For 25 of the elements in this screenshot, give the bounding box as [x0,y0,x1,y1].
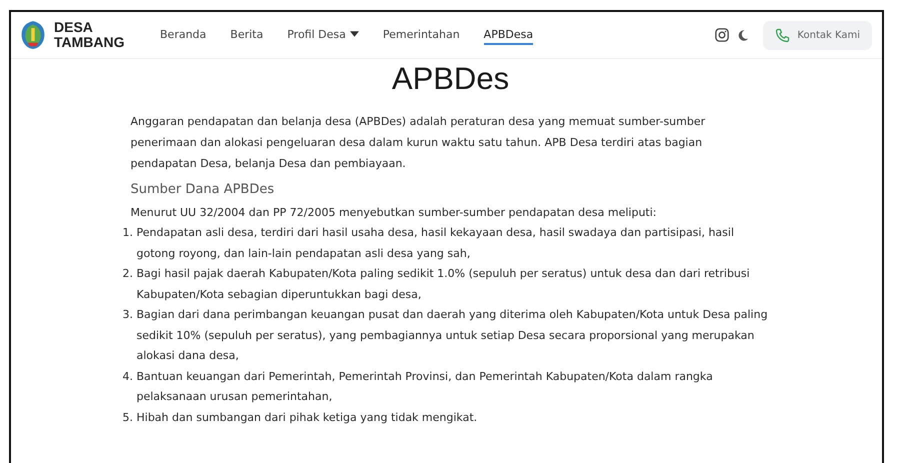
page-title: APBDes [390,61,510,97]
phone-icon [775,28,790,42]
section-lead: Menurut UU 32/2004 dan PP 72/2005 menyebutkan sumber-sumber pendapatan desa meliputi: [130,205,658,221]
list-item-text: Bantuan keuangan dari Pemerintah, Pemerintah Provinsi, dan Pemerintah Kabupaten/Kota dalam rangka pelaksanaan urusan pemerintahan, [136,368,714,405]
list-item-text: Bagian dari dana perimbangan keuangan pusat dan daerah yang diterima oleh Kabupaten/Kota untuk Desa paling sedikit 10% (sepuluh per seratus), yang pembagiannya untuk setiap Desa secara proporsional yang merupakan alokasi dana desa, [136,307,769,364]
emblem-logo [20,20,46,50]
list-item-text: Hibah dan sumbangan dari pihak ketiga yang tidak mengikat. [136,410,478,426]
list-number: 2. [122,266,134,282]
list-item-text: Bagi hasil pajak daerah Kabupaten/Kota paling sedikit 1.0% (sepuluh per seratus) untuk desa dan dari retribusi Kabupaten/Kota sebagian diperuntukkan bagi desa, [136,266,751,302]
list-number: 4. [122,368,134,384]
nav-link[interactable]: Profil Desa [287,26,359,44]
instagram-icon[interactable] [715,28,730,42]
nav-link[interactable]: Beranda [160,26,206,44]
list-number: 5. [122,410,134,426]
list-number: 3. [122,307,134,323]
list-item-text: Pendapatan asli desa, terdiri dari hasil usaha desa, hasil kekayaan desa, hasil swadaya dan partisipasi, hasil gotong royong, dan lain-lain pendapatan asli desa yang sah, [136,225,736,262]
contact-button[interactable]: Kontak Kami [763,20,872,50]
nav-link[interactable]: APBDesa [484,26,534,44]
moon-icon[interactable] [737,28,750,42]
intro-paragraph: Anggaran pendapatan dan belanja desa (APBDes) adalah peraturan desa yang memuat sumber-sumber penerimaan dan alokasi pengeluaran desa dalam kurun waktu satu tahun. APB Desa terdiri atas bagian pendapatan Desa, belanja Desa dan pembiayaan. [130,114,706,172]
site-name[interactable]: DESA TAMBANG [54,20,125,50]
section-heading: Sumber Dana APBDes [130,182,276,197]
nav-link[interactable]: Berita [230,26,264,44]
list-number: 1. [122,225,134,241]
nav-link[interactable]: Pemerintahan [382,26,460,44]
